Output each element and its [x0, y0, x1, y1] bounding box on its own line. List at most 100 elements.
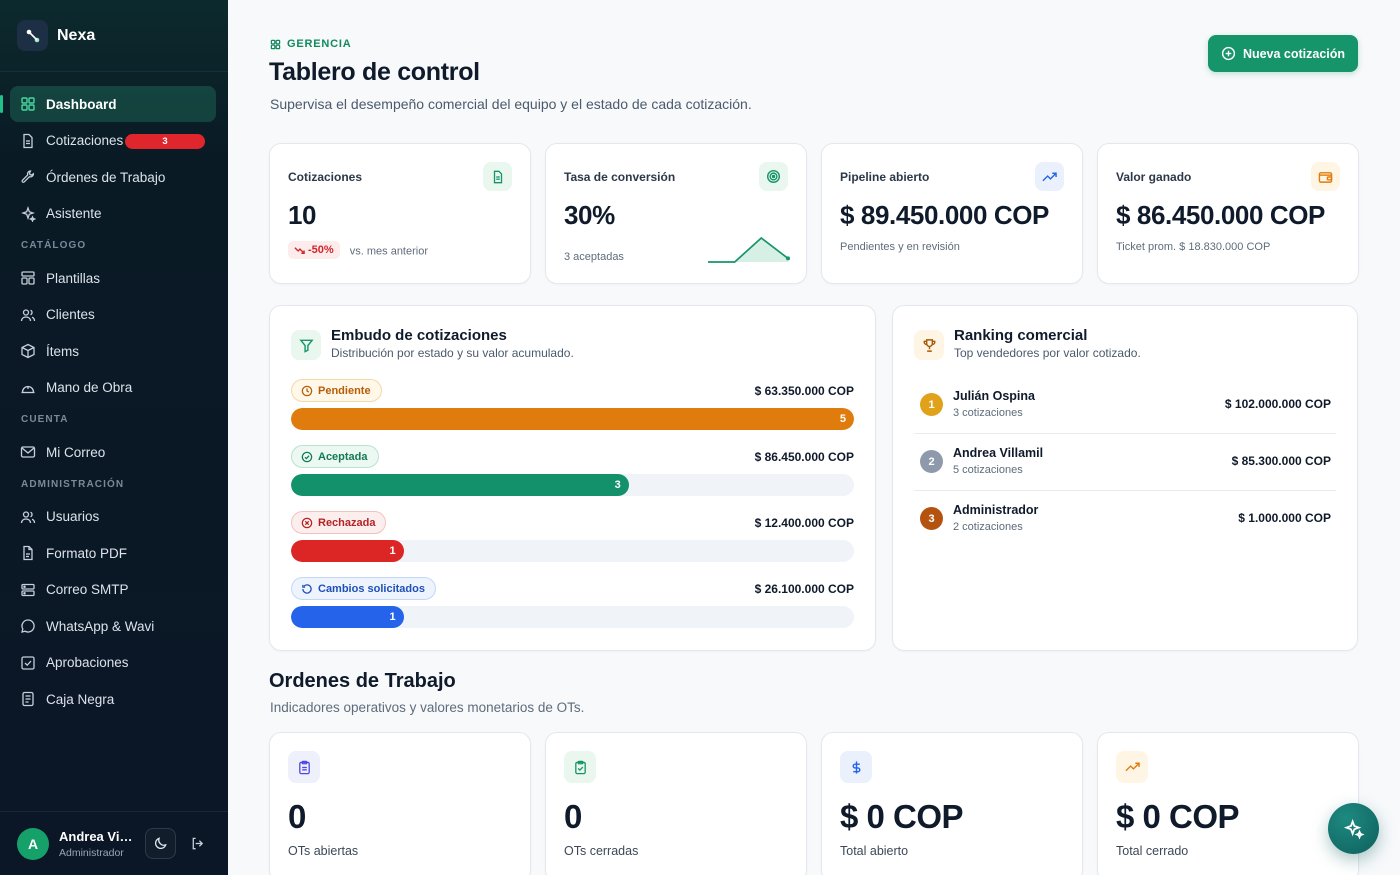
sidebar-item-mano-de-obra[interactable]: Mano de Obra [10, 370, 216, 406]
sidebar-item-label: Usuarios [46, 509, 100, 524]
sidebar-item-caja-negra[interactable]: Caja Negra [10, 681, 216, 717]
clipboard-icon [288, 751, 320, 783]
sidebar-item-label: Caja Negra [46, 691, 115, 707]
sidebar-item-label: Asistente [46, 206, 102, 221]
kpi-card-conversion[interactable]: Tasa de conversión 30% 3 aceptadas [545, 143, 807, 284]
stage-label: Pendiente [318, 384, 371, 397]
trend-value: -50% [308, 244, 334, 256]
sidebar-item-clientes[interactable]: Clientes [10, 297, 216, 333]
sidebar-item-mi-correo[interactable]: Mi Correo [10, 434, 216, 470]
trend-note: vs. mes anterior [349, 245, 428, 258]
eyebrow-label: GERENCIA [287, 38, 352, 50]
sidebar-item-items[interactable]: Ítems [10, 333, 216, 369]
ranking-row[interactable]: 2 Andrea Villamil 5 cotizaciones $ 85.30… [914, 434, 1336, 491]
ot-card-cerradas[interactable]: 0 OTs cerradas [545, 732, 807, 875]
kpi-card-valor-ganado[interactable]: Valor ganado $ 86.450.000 COP Ticket pro… [1097, 143, 1359, 284]
sidebar-item-whatsapp[interactable]: WhatsApp & Wavi [10, 608, 216, 644]
ot-label: OTs abiertas [288, 844, 359, 858]
funnel-stage-rechazada[interactable]: Rechazada $ 12.400.000 COP 1 [291, 511, 854, 566]
logout-button[interactable] [184, 831, 210, 857]
sidebar-item-usuarios[interactable]: Usuarios [10, 499, 216, 535]
kpi-card-cotizaciones[interactable]: Cotizaciones 10 -50% vs. mes anterior [269, 143, 531, 284]
stage-track: 3 [291, 474, 854, 496]
ordenes-section-title: Ordenes de Trabajo [269, 670, 456, 692]
sparkles-icon [1343, 818, 1365, 840]
trend-badge: -50% [288, 241, 340, 259]
sidebar-item-label: Formato PDF [46, 545, 128, 561]
funnel-stage-pendiente[interactable]: Pendiente $ 63.350.000 COP 5 [291, 379, 854, 434]
ot-card-total-cerrado[interactable]: $ 0 COP Total cerrado [1097, 732, 1359, 875]
page-eyebrow: GERENCIA [270, 38, 351, 50]
stage-track: 5 [291, 408, 854, 430]
kpi-label: Pipeline abierto [840, 170, 930, 184]
stage-pill: Aceptada [291, 445, 379, 468]
sidebar-item-correo-smtp[interactable]: Correo SMTP [10, 572, 216, 608]
stage-pill: Cambios solicitados [291, 577, 436, 600]
ot-label: Total cerrado [1116, 844, 1189, 858]
stage-label: Rechazada [318, 516, 376, 529]
trend-up-icon [1116, 751, 1148, 783]
ot-value: $ 0 COP [1116, 798, 1240, 835]
sidebar-item-asistente[interactable]: Asistente [10, 196, 216, 232]
sidebar-item-formato-pdf[interactable]: Formato PDF [10, 535, 216, 571]
stage-amount: $ 26.100.000 COP [754, 582, 854, 596]
ranking-row[interactable]: 1 Julián Ospina 3 cotizaciones $ 102.000… [914, 377, 1336, 434]
ot-card-total-abierto[interactable]: $ 0 COP Total abierto [821, 732, 1083, 875]
conversion-sparkline [708, 236, 790, 263]
stage-amount: $ 12.400.000 COP [754, 516, 854, 530]
kpi-note: Pendientes y en revisión [840, 241, 960, 253]
trend-down-icon [294, 246, 305, 254]
sidebar: Nexa Dashboard Cotizaciones 3 Órdenes de… [0, 0, 228, 875]
sidebar-item-label: WhatsApp & Wavi [46, 618, 155, 634]
sidebar-item-ordenes[interactable]: Órdenes de Trabajo [10, 159, 216, 195]
helmet-icon [21, 385, 35, 393]
x-circle-icon [301, 517, 313, 528]
kpi-note: Ticket prom. $ 18.830.000 COP [1116, 241, 1271, 253]
ot-label: OTs cerradas [564, 844, 639, 858]
mail-icon [20, 446, 36, 458]
sidebar-nav: Dashboard Cotizaciones 3 Órdenes de Trab… [0, 72, 228, 717]
page-title: Tablero de control [269, 58, 480, 86]
funnel-stage-aceptada[interactable]: Aceptada $ 86.450.000 COP 3 [291, 445, 854, 500]
filter-icon [291, 330, 321, 360]
stage-track: 1 [291, 606, 854, 628]
box-icon [21, 343, 35, 359]
ot-card-abiertas[interactable]: 0 OTs abiertas [269, 732, 531, 875]
check-square-icon [21, 655, 35, 670]
ranking-row[interactable]: 3 Administrador 2 cotizaciones $ 1.000.0… [914, 491, 1336, 548]
check-circle-icon [301, 451, 313, 462]
sparkles-icon [21, 205, 36, 222]
wrench-icon [21, 170, 35, 183]
brand[interactable]: Nexa [0, 0, 228, 72]
seller-value: $ 85.300.000 COP [1231, 454, 1331, 468]
kpi-card-pipeline[interactable]: Pipeline abierto $ 89.450.000 COP Pendie… [821, 143, 1083, 284]
user-role: Administrador [59, 846, 124, 859]
wallet-icon [1311, 162, 1340, 191]
section-catalogo: CATÁLOGO [21, 240, 87, 251]
sidebar-item-aprobaciones[interactable]: Aprobaciones [10, 645, 216, 681]
seller-name: Julián Ospina [953, 389, 1035, 403]
main-content: GERENCIA Tablero de control Supervisa el… [228, 0, 1400, 875]
assistant-fab-button[interactable] [1328, 803, 1379, 854]
kpi-value: $ 86.450.000 COP [1116, 200, 1325, 230]
funnel-stage-cambios[interactable]: Cambios solicitados $ 26.100.000 COP 1 [291, 577, 854, 632]
sidebar-item-plantillas[interactable]: Plantillas [10, 260, 216, 296]
rank-number-badge: 1 [920, 393, 943, 416]
server-icon [21, 583, 35, 596]
seller-name: Administrador [953, 503, 1039, 517]
template-icon [21, 271, 35, 285]
kpi-note: 3 aceptadas [564, 251, 624, 263]
users-icon [20, 510, 36, 523]
funnel-title: Embudo de cotizaciones [331, 327, 507, 344]
theme-toggle-button[interactable] [145, 828, 176, 859]
sidebar-item-dashboard[interactable]: Dashboard [0, 86, 216, 122]
new-quote-button[interactable]: Nueva cotización [1208, 35, 1358, 72]
trophy-icon [914, 330, 944, 360]
stage-bar: 1 [291, 540, 404, 562]
avatar[interactable]: A [17, 827, 49, 860]
kpi-label: Valor ganado [1116, 170, 1192, 184]
seller-value: $ 102.000.000 COP [1224, 397, 1331, 411]
sidebar-item-cotizaciones[interactable]: Cotizaciones 3 [10, 123, 216, 159]
sidebar-item-label: Dashboard [46, 96, 117, 112]
rank-number-badge: 2 [920, 450, 943, 473]
